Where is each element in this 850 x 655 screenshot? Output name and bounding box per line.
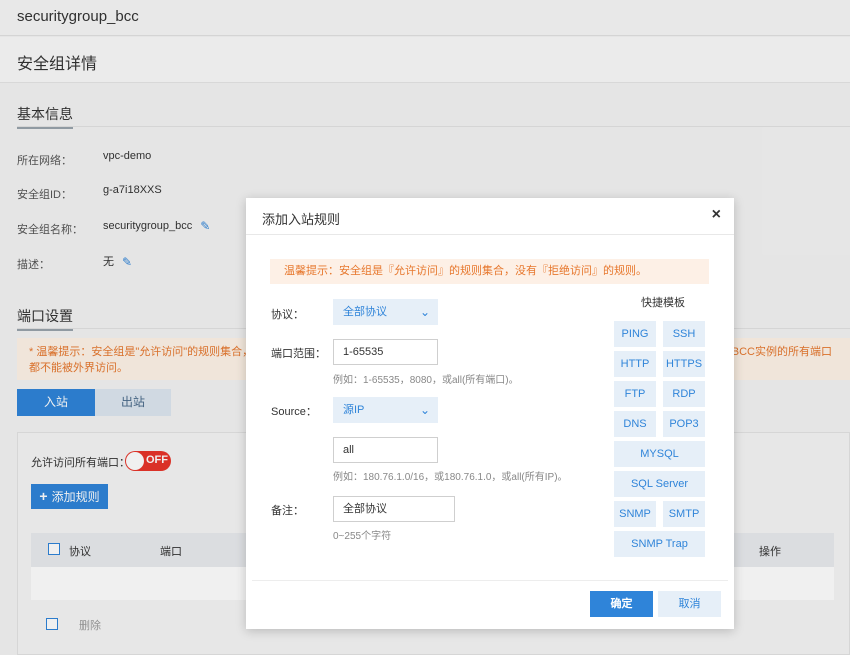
- source-select[interactable]: 源IP ⌄: [333, 397, 438, 423]
- dialog-title: 添加入站规则: [262, 212, 341, 227]
- port-range-input[interactable]: 1-65535: [333, 339, 438, 365]
- close-icon[interactable]: ×: [712, 206, 721, 224]
- chevron-down-icon: ⌄: [419, 403, 430, 417]
- template-mysql[interactable]: MYSQL: [614, 441, 705, 467]
- template-smtp[interactable]: SMTP: [663, 501, 705, 527]
- template-dns[interactable]: DNS: [614, 411, 656, 437]
- source-ip-hint: 例如：180.76.1.0/16，或180.76.1.0，或all(所有IP)。: [333, 472, 568, 483]
- dialog-footer-divider: [252, 580, 728, 581]
- chevron-down-icon: ⌄: [419, 305, 430, 319]
- template-sql-server[interactable]: SQL Server: [614, 471, 705, 497]
- template-snmp-trap[interactable]: SNMP Trap: [614, 531, 705, 557]
- protocol-value: 全部协议: [343, 306, 387, 318]
- remark-input[interactable]: 全部协议: [333, 496, 455, 522]
- dialog-header: 添加入站规则 ×: [246, 198, 734, 235]
- template-pop3[interactable]: POP3: [663, 411, 705, 437]
- port-range-label: 端口范围：: [271, 348, 326, 360]
- template-ftp[interactable]: FTP: [614, 381, 656, 407]
- template-rdp[interactable]: RDP: [663, 381, 705, 407]
- protocol-select[interactable]: 全部协议 ⌄: [333, 299, 438, 325]
- template-ping[interactable]: PING: [614, 321, 656, 347]
- remark-hint: 0~255个字符: [333, 531, 392, 542]
- template-ssh[interactable]: SSH: [663, 321, 705, 347]
- port-range-hint: 例如：1-65535，8080，或all(所有端口)。: [333, 375, 519, 386]
- source-label: Source：: [271, 406, 317, 418]
- template-https[interactable]: HTTPS: [663, 351, 705, 377]
- dialog-tip: 温馨提示：安全组是『允许访问』的规则集合，没有『拒绝访问』的规则。: [270, 259, 709, 284]
- templates-title: 快捷模板: [641, 297, 685, 309]
- confirm-button[interactable]: 确定: [590, 591, 653, 617]
- template-http[interactable]: HTTP: [614, 351, 656, 377]
- protocol-label: 协议：: [271, 309, 304, 321]
- cancel-button[interactable]: 取消: [658, 591, 721, 617]
- source-ip-input[interactable]: all: [333, 437, 438, 463]
- template-snmp[interactable]: SNMP: [614, 501, 656, 527]
- add-inbound-rule-dialog: 添加入站规则 × 温馨提示：安全组是『允许访问』的规则集合，没有『拒绝访问』的规…: [246, 198, 734, 629]
- remark-label: 备注：: [271, 505, 304, 517]
- source-value: 源IP: [343, 404, 365, 416]
